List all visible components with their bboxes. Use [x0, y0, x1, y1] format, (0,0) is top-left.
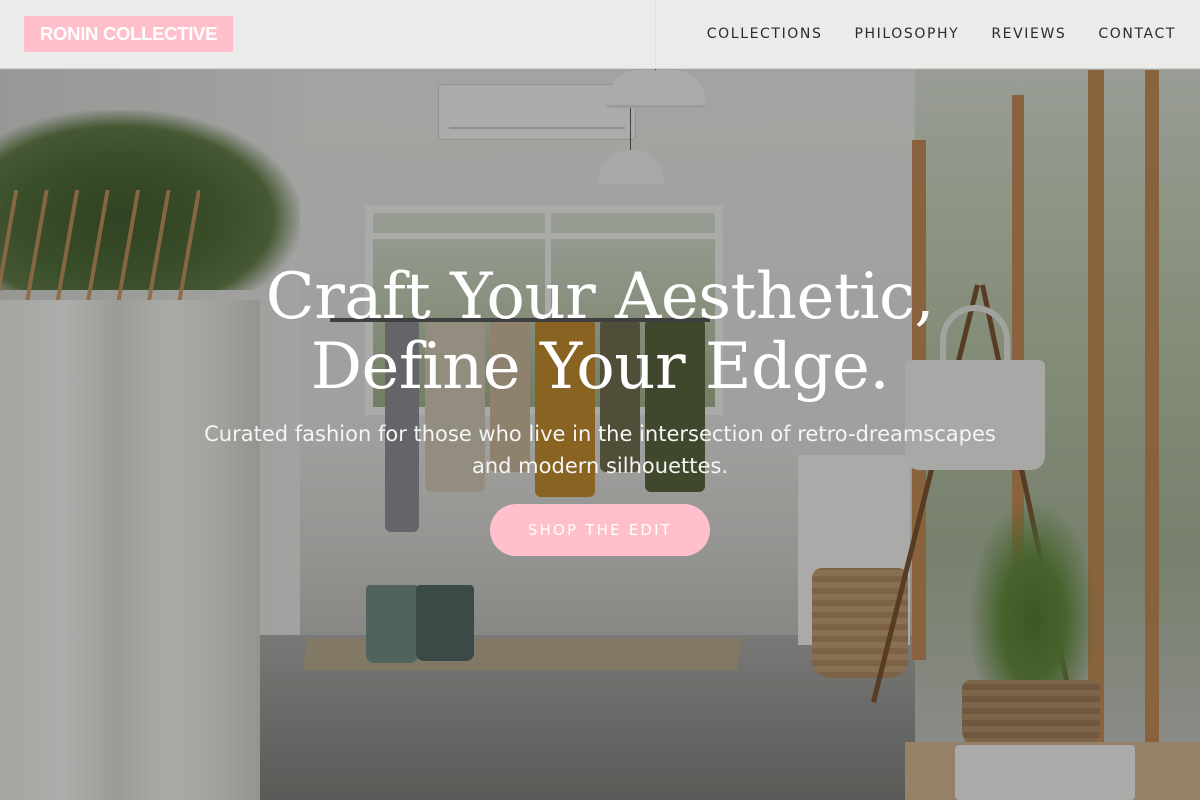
nav-link-collections[interactable]: COLLECTIONS [707, 26, 823, 42]
main-nav: COLLECTIONS PHILOSOPHY REVIEWS CONTACT [707, 26, 1176, 42]
brand-logo[interactable]: RONIN COLLECTIVE [24, 16, 234, 52]
nav-link-philosophy[interactable]: PHILOSOPHY [854, 26, 959, 42]
nav-link-contact[interactable]: CONTACT [1098, 26, 1176, 42]
nav-link-reviews[interactable]: REVIEWS [991, 26, 1066, 42]
hero-heading-line1: Craft Your Aesthetic, [265, 260, 935, 334]
hero-heading: Craft Your Aesthetic, Define Your Edge. [0, 262, 1200, 402]
hero-heading-line2: Define Your Edge. [310, 330, 890, 404]
shop-the-edit-button[interactable]: SHOP THE EDIT [489, 504, 711, 556]
hero-subtitle: Curated fashion for those who live in th… [0, 418, 1200, 482]
hero-subtitle-line2: and modern silhouettes. [472, 454, 728, 478]
site-header: RONIN COLLECTIVE COLLECTIONS PHILOSOPHY … [0, 0, 1200, 69]
hero-subtitle-line1: Curated fashion for those who live in th… [204, 422, 996, 446]
hero-section: Craft Your Aesthetic, Define Your Edge. … [0, 262, 1200, 556]
